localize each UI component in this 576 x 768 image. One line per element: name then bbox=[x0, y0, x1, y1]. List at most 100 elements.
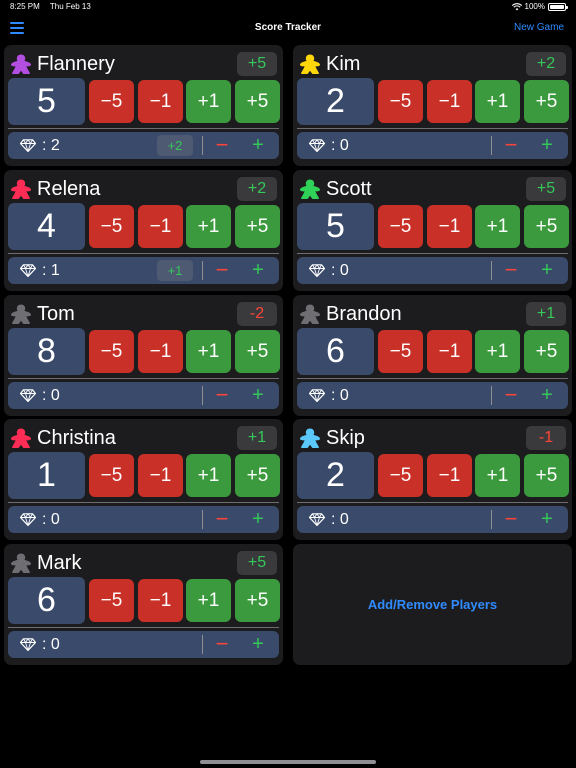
minus-5-button[interactable]: −5 bbox=[378, 330, 423, 373]
gem-separator bbox=[491, 510, 492, 529]
gem-separator bbox=[202, 510, 203, 529]
player-name[interactable]: Brandon bbox=[326, 301, 402, 327]
plus-5-button[interactable]: +5 bbox=[524, 454, 569, 497]
minus-1-button[interactable]: −1 bbox=[427, 454, 472, 497]
gem-counter: : 0 − + bbox=[8, 382, 279, 409]
plus-5-button[interactable]: +5 bbox=[235, 454, 280, 497]
minus-1-button[interactable]: −1 bbox=[138, 579, 183, 622]
minus-1-button[interactable]: −1 bbox=[427, 205, 472, 248]
plus-1-button[interactable]: +1 bbox=[475, 205, 520, 248]
meeple-icon bbox=[300, 428, 320, 448]
plus-1-button[interactable]: +1 bbox=[186, 330, 231, 373]
status-time: 8:25 PM bbox=[10, 2, 40, 11]
gem-minus-button[interactable]: − bbox=[498, 132, 524, 159]
gem-plus-button[interactable]: + bbox=[534, 382, 560, 409]
minus-1-button[interactable]: −1 bbox=[138, 205, 183, 248]
gem-plus-button[interactable]: + bbox=[534, 132, 560, 159]
gem-counter: : 2 +2 − + bbox=[8, 132, 279, 159]
status-bar: 8:25 PM Thu Feb 13 100% bbox=[0, 0, 576, 14]
score-change-badge: +5 bbox=[237, 551, 277, 575]
score-change-badge: +2 bbox=[237, 177, 277, 201]
gem-counter: : 1 +1 − + bbox=[8, 257, 279, 284]
plus-5-button[interactable]: +5 bbox=[235, 80, 280, 123]
plus-5-button[interactable]: +5 bbox=[524, 330, 569, 373]
minus-1-button[interactable]: −1 bbox=[138, 454, 183, 497]
minus-5-button[interactable]: −5 bbox=[378, 205, 423, 248]
minus-5-button[interactable]: −5 bbox=[89, 330, 134, 373]
plus-5-button[interactable]: +5 bbox=[524, 80, 569, 123]
minus-1-button[interactable]: −1 bbox=[427, 330, 472, 373]
gem-separator bbox=[202, 635, 203, 654]
player-name[interactable]: Scott bbox=[326, 176, 372, 202]
divider bbox=[8, 502, 279, 503]
divider bbox=[8, 378, 279, 379]
player-score: 6 bbox=[297, 328, 374, 375]
gem-plus-button[interactable]: + bbox=[534, 506, 560, 533]
minus-5-button[interactable]: −5 bbox=[89, 454, 134, 497]
plus-1-button[interactable]: +1 bbox=[475, 80, 520, 123]
plus-5-button[interactable]: +5 bbox=[235, 579, 280, 622]
player-name[interactable]: Kim bbox=[326, 51, 360, 77]
gem-minus-button[interactable]: − bbox=[498, 382, 524, 409]
gem-minus-button[interactable]: − bbox=[498, 257, 524, 284]
minus-1-button[interactable]: −1 bbox=[138, 330, 183, 373]
plus-1-button[interactable]: +1 bbox=[475, 330, 520, 373]
status-date: Thu Feb 13 bbox=[49, 2, 91, 11]
battery-percent: 100% bbox=[524, 2, 545, 11]
gem-minus-button[interactable]: − bbox=[209, 132, 235, 159]
gem-plus-button[interactable]: + bbox=[245, 506, 271, 533]
player-name[interactable]: Christina bbox=[37, 425, 116, 451]
player-score: 8 bbox=[8, 328, 85, 375]
meeple-icon bbox=[11, 54, 31, 74]
gem-counter: : 0 − + bbox=[297, 257, 568, 284]
plus-5-button[interactable]: +5 bbox=[235, 205, 280, 248]
gem-minus-button[interactable]: − bbox=[209, 631, 235, 658]
gem-plus-button[interactable]: + bbox=[245, 631, 271, 658]
minus-5-button[interactable]: −5 bbox=[89, 205, 134, 248]
gem-separator bbox=[491, 386, 492, 405]
gem-counter: : 0 − + bbox=[8, 631, 279, 658]
player-score: 1 bbox=[8, 452, 85, 499]
plus-1-button[interactable]: +1 bbox=[186, 80, 231, 123]
diamond-icon bbox=[20, 139, 36, 152]
player-header: Brandon +1 bbox=[299, 301, 566, 327]
meeple-icon bbox=[11, 553, 31, 573]
page-title: Score Tracker bbox=[254, 22, 322, 33]
plus-1-button[interactable]: +1 bbox=[186, 205, 231, 248]
gem-plus-button[interactable]: + bbox=[534, 257, 560, 284]
plus-1-button[interactable]: +1 bbox=[186, 454, 231, 497]
minus-5-button[interactable]: −5 bbox=[89, 80, 134, 123]
player-score: 6 bbox=[8, 577, 85, 624]
new-game-button[interactable]: New Game bbox=[514, 22, 564, 33]
plus-1-button[interactable]: +1 bbox=[186, 579, 231, 622]
plus-5-button[interactable]: +5 bbox=[524, 205, 569, 248]
gem-plus-button[interactable]: + bbox=[245, 132, 271, 159]
diamond-icon bbox=[309, 513, 325, 526]
gem-minus-button[interactable]: − bbox=[209, 257, 235, 284]
gem-count: : 0 bbox=[42, 636, 60, 653]
player-name[interactable]: Tom bbox=[37, 301, 75, 327]
minus-5-button[interactable]: −5 bbox=[378, 454, 423, 497]
minus-1-button[interactable]: −1 bbox=[427, 80, 472, 123]
plus-5-button[interactable]: +5 bbox=[235, 330, 280, 373]
minus-1-button[interactable]: −1 bbox=[138, 80, 183, 123]
gem-minus-button[interactable]: − bbox=[498, 506, 524, 533]
player-name[interactable]: Mark bbox=[37, 550, 81, 576]
gem-count: : 0 bbox=[42, 511, 60, 528]
player-name[interactable]: Relena bbox=[37, 176, 100, 202]
player-name[interactable]: Flannery bbox=[37, 51, 115, 77]
minus-5-button[interactable]: −5 bbox=[378, 80, 423, 123]
gem-plus-button[interactable]: + bbox=[245, 382, 271, 409]
gem-minus-button[interactable]: − bbox=[209, 506, 235, 533]
gem-count: : 0 bbox=[331, 387, 349, 404]
diamond-icon bbox=[309, 139, 325, 152]
player-header: Kim +2 bbox=[299, 51, 566, 77]
gem-plus-button[interactable]: + bbox=[245, 257, 271, 284]
plus-1-button[interactable]: +1 bbox=[475, 454, 520, 497]
gem-minus-button[interactable]: − bbox=[209, 382, 235, 409]
player-card: Kim +2 2 −5 −1 +1 +5 : 0 − + bbox=[293, 45, 572, 166]
player-name[interactable]: Skip bbox=[326, 425, 365, 451]
diamond-icon bbox=[20, 513, 36, 526]
minus-5-button[interactable]: −5 bbox=[89, 579, 134, 622]
add-remove-players-button[interactable]: Add/Remove Players bbox=[293, 544, 572, 665]
